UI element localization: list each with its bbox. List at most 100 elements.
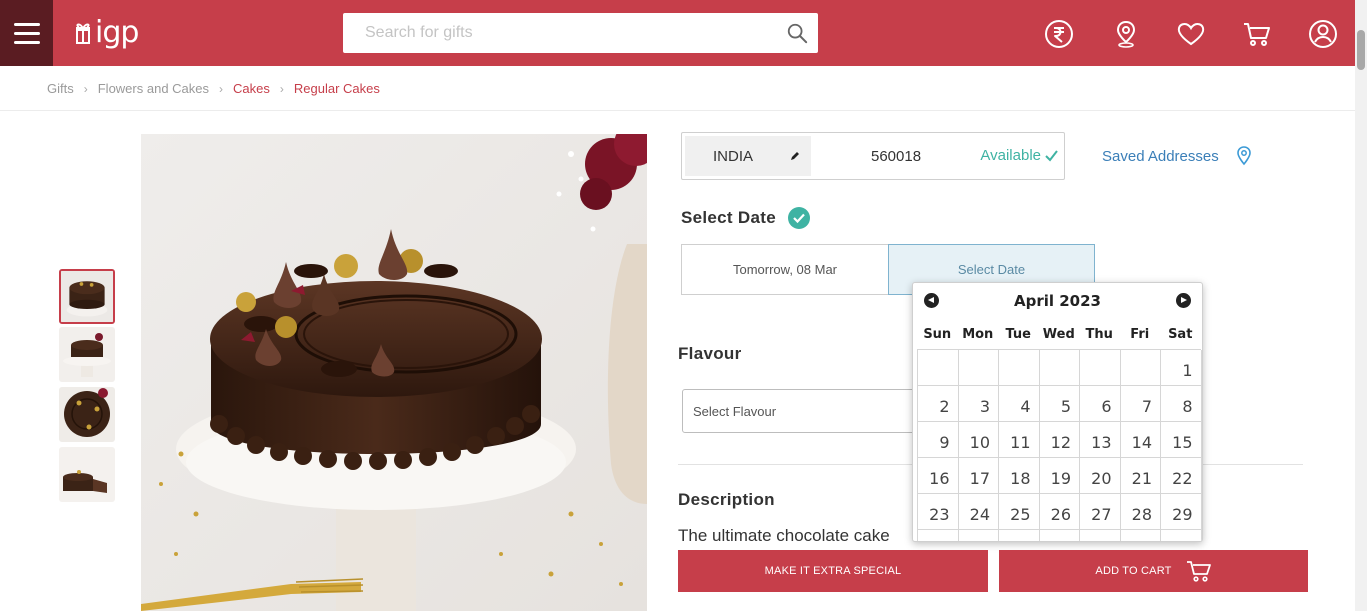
calendar-day[interactable]: 9 [918,422,959,458]
calendar-day[interactable]: 3 [958,386,999,422]
select-date-heading: Select Date [681,207,810,229]
saved-addresses-link[interactable]: Saved Addresses [1102,146,1251,166]
calendar-day[interactable]: 22 [1161,458,1202,494]
search-bar [343,13,818,53]
location-pin-icon [1236,146,1251,166]
availability-status: Available [980,147,1058,164]
calendar-day[interactable]: 14 [1120,422,1161,458]
top-header: igp [0,0,1367,66]
calendar-day[interactable]: 20 [1080,458,1121,494]
weekday-label: Tue [1005,326,1031,342]
weekday-label: Sun [923,326,952,342]
prev-month-icon[interactable] [924,293,939,308]
logo-text: igp [95,15,139,50]
calendar-day[interactable]: 17 [958,458,999,494]
calendar-day[interactable]: 18 [999,458,1040,494]
heart-icon[interactable] [1176,19,1206,49]
calendar-day[interactable]: 1 [1161,350,1202,386]
next-month-icon[interactable] [1176,293,1191,308]
make-it-extra-special-button[interactable]: MAKE IT EXTRA SPECIAL [678,550,988,592]
country-selector[interactable]: INDIA [685,136,811,176]
search-icon[interactable] [786,22,808,44]
add-to-cart-label: ADD TO CART [1095,565,1172,577]
calendar-month-label: April 2023 [1014,292,1101,310]
description-heading: Description [678,490,775,509]
calendar-header: April 2023 [913,283,1202,319]
account-icon[interactable] [1308,19,1338,49]
calendar-day[interactable]: 27 [1080,494,1121,530]
calendar-empty-cell [1039,350,1080,386]
calendar-day[interactable]: 25 [999,494,1040,530]
product-thumbnail[interactable] [59,387,115,442]
calendar-day[interactable]: 12 [1039,422,1080,458]
weekday-label: Thu [1085,326,1113,342]
breadcrumb: Gifts › Flowers and Cakes › Cakes › Regu… [47,81,380,96]
igp-logo[interactable]: igp [73,15,139,51]
select-date-title: Select Date [681,208,776,227]
calendar-day[interactable]: 4 [999,386,1040,422]
weekday-label: Mon [962,326,994,342]
calendar-day[interactable]: 10 [958,422,999,458]
calendar-day[interactable]: 24 [958,494,999,530]
search-input[interactable] [343,13,818,53]
breadcrumb-flowers-and-cakes[interactable]: Flowers and Cakes [98,81,209,96]
flavour-heading: Flavour [678,344,742,363]
scrollbar-thumb[interactable] [1357,30,1365,70]
chevron-right-icon: › [83,81,88,96]
weekday-label: Sat [1168,326,1193,342]
breadcrumb-regular-cakes[interactable]: Regular Cakes [294,81,380,96]
calendar-day[interactable]: 21 [1120,458,1161,494]
cart-icon [1186,561,1211,582]
breadcrumb-gifts[interactable]: Gifts [47,81,74,96]
calendar-day[interactable]: 30 [918,530,959,541]
calendar-empty-cell [999,530,1040,541]
calendar-day[interactable]: 23 [918,494,959,530]
menu-bar [13,31,40,35]
calendar-day[interactable]: 6 [1080,386,1121,422]
weekday-label: Fri [1130,326,1150,342]
calendar-day[interactable]: 13 [1080,422,1121,458]
calendar-day[interactable]: 15 [1161,422,1202,458]
extra-special-label: MAKE IT EXTRA SPECIAL [764,565,902,577]
rupee-icon[interactable] [1044,19,1074,49]
chevron-right-icon: › [279,81,284,96]
add-to-cart-button[interactable]: ADD TO CART [999,550,1308,592]
calendar-day[interactable]: 11 [999,422,1040,458]
breadcrumb-cakes[interactable]: Cakes [233,81,270,96]
page-scrollbar[interactable] [1355,0,1367,611]
availability-label: Available [980,147,1041,164]
cart-icon[interactable] [1242,19,1272,49]
calendar-empty-cell [958,530,999,541]
location-pin-icon[interactable] [1111,19,1141,49]
product-thumbnail[interactable] [59,447,115,502]
calendar-day[interactable]: 29 [1161,494,1202,530]
menu-bar [13,22,40,26]
country-label: INDIA [713,147,754,165]
tomorrow-date-button[interactable]: Tomorrow, 08 Mar [681,244,889,295]
product-main-image[interactable] [141,134,647,611]
check-circle-icon [787,207,810,229]
divider [0,110,1355,111]
menu-button[interactable] [0,0,53,66]
calendar-day[interactable]: 8 [1161,386,1202,422]
calendar-day[interactable]: 19 [1039,458,1080,494]
calendar-day[interactable]: 28 [1120,494,1161,530]
product-thumbnail[interactable] [59,327,115,382]
saved-addresses-label: Saved Addresses [1102,147,1219,165]
calendar-days-grid: 1 2 3 4 5 6 7 8 9 10 11 12 13 14 15 16 17 18 19 20 21 22 23 24 2… [917,349,1202,541]
calendar-day[interactable]: 5 [1039,386,1080,422]
calendar-empty-cell [999,350,1040,386]
pencil-icon[interactable] [789,150,801,162]
calendar-day[interactable]: 7 [1120,386,1161,422]
calendar-empty-cell [958,350,999,386]
delivery-location-box: INDIA 560018 Available [681,132,1065,180]
calendar-day[interactable]: 2 [918,386,959,422]
calendar-day[interactable]: 26 [1039,494,1080,530]
flavour-dropdown[interactable]: Select Flavour [682,389,922,433]
calendar-day[interactable]: 16 [918,458,959,494]
gift-icon [76,23,90,44]
checkmark-icon [1045,149,1058,162]
product-thumbnail[interactable] [59,269,115,324]
calendar-empty-cell [1120,530,1161,541]
pincode-value[interactable]: 560018 [871,148,921,165]
